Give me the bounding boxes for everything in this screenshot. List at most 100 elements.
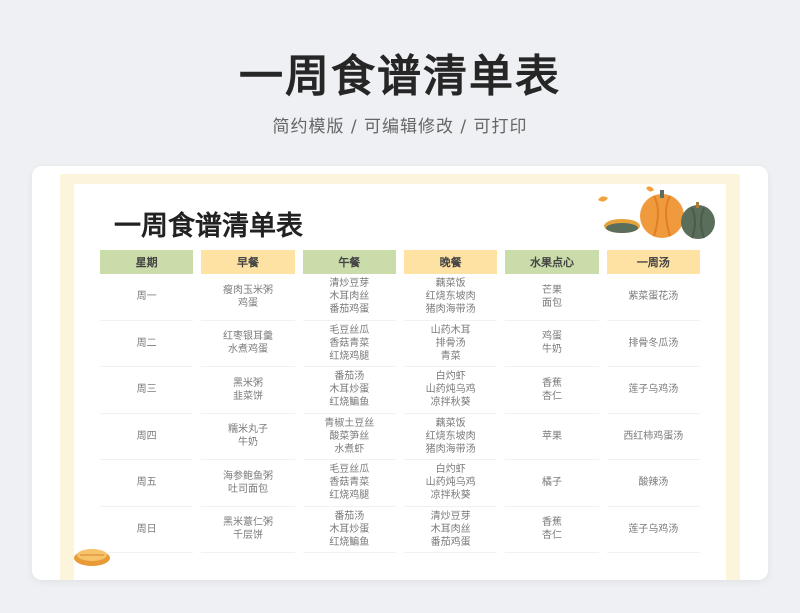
cell-line: 红烧鸡腿 xyxy=(329,490,370,502)
cell-line: 鸡蛋 xyxy=(541,331,562,343)
cell-line: 糯米丸子 xyxy=(227,424,268,436)
recipe-table: 星期 早餐 午餐 晚餐 水果点心 一周汤 周一 瘦肉玉米粥 鸡蛋 清炒豆芽 木耳肉丝… xyxy=(92,250,708,553)
cell-line: 排骨汤 xyxy=(435,337,466,349)
dinner-cell: 清炒豆芽 木耳肉丝 番茄鸡蛋 xyxy=(403,507,498,553)
pie-icon xyxy=(74,549,110,566)
cell-line: 木耳炒蛋 xyxy=(329,384,370,396)
cell-line: 番茄汤 xyxy=(334,510,365,522)
cell-line: 山药炖乌鸡 xyxy=(425,477,476,489)
lunch-cell: 番茄汤 木耳炒蛋 红烧鳊鱼 xyxy=(302,367,396,414)
table-row: 周一 瘦肉玉米粥 鸡蛋 清炒豆芽 木耳肉丝 番茄鸡蛋 藕菜饭 红烧东坡肉 猪肉海带汤 芒果… xyxy=(100,274,700,321)
cell-line: 面包 xyxy=(541,297,562,309)
cell-line: 红烧鳊鱼 xyxy=(329,397,370,409)
cell-line: 清炒豆芽 xyxy=(329,278,370,290)
hero-subtitle: 简约模版 / 可编辑修改 / 可打印 xyxy=(272,117,528,137)
cell-line: 青椒土豆丝 xyxy=(324,417,375,429)
dinner-cell: 藕菜饭 红烧东坡肉 猪肉海带汤 xyxy=(403,274,498,321)
lunch-cell: 番茄汤 木耳炒蛋 红烧鳊鱼 xyxy=(302,507,396,553)
cell-line: 水煮虾 xyxy=(334,443,365,455)
cell-line: 橘子 xyxy=(541,477,562,489)
preview-card: 一周食谱清单表 星期 早餐 午餐 晚餐 水果点心 一周汤 周一 瘦肉玉米粥 鸡蛋… xyxy=(32,166,768,580)
cell-line: 红烧东坡肉 xyxy=(425,430,476,442)
lunch-cell: 清炒豆芽 木耳肉丝 番茄鸡蛋 xyxy=(302,274,396,321)
cell-line: 牛奶 xyxy=(541,344,562,356)
soup-cell: 西红柿鸡蛋汤 xyxy=(606,414,700,460)
cell-line: 青菜 xyxy=(440,350,461,362)
cell-line: 凉拌秋葵 xyxy=(430,490,471,502)
snack-cell: 苹果 xyxy=(505,414,599,460)
cell-line: 红烧鳊鱼 xyxy=(329,536,370,548)
cell-line: 清炒豆芽 xyxy=(430,510,471,522)
dinner-cell: 山药木耳 排骨汤 青菜 xyxy=(403,321,498,367)
cell-line: 周日 xyxy=(136,523,157,535)
column-header-snack: 水果点心 xyxy=(505,250,599,274)
cell-line: 黑米粥 xyxy=(232,377,263,389)
cell-line: 周二 xyxy=(136,337,157,349)
dinner-cell: 白灼虾 山药炖乌鸡 凉拌秋葵 xyxy=(403,460,498,507)
snack-cell: 香蕉 杏仁 xyxy=(505,507,599,553)
cell-line: 鸡蛋 xyxy=(237,297,258,309)
dinner-cell: 藕菜饭 红烧东坡肉 猪肉海带汤 xyxy=(403,414,498,460)
table-row: 周二 红枣银耳羹 水煮鸡蛋 毛豆丝瓜 香菇青菜 红烧鸡腿 山药木耳 排骨汤 青菜 鸡蛋 牛奶… xyxy=(100,321,700,367)
table-header-row: 星期 早餐 午餐 晚餐 水果点心 一周汤 xyxy=(100,250,700,274)
cell-line: 香菇青菜 xyxy=(329,337,370,349)
soup-cell: 排骨冬瓜汤 xyxy=(606,321,700,367)
cell-line: 酸辣汤 xyxy=(638,477,669,489)
breakfast-cell: 海参鲍鱼粥 吐司面包 xyxy=(201,460,295,507)
cell-line: 藕菜饭 xyxy=(435,417,466,429)
cell-line: 香蕉 xyxy=(541,517,562,529)
cell-line: 牛奶 xyxy=(237,437,258,449)
cell-line: 凉拌秋葵 xyxy=(430,397,471,409)
soup-cell: 紫菜蛋花汤 xyxy=(606,274,700,321)
cell-line: 千层饼 xyxy=(232,530,263,542)
cell-line: 莲子乌鸡汤 xyxy=(628,523,679,535)
breakfast-cell: 黑米粥 韭菜饼 xyxy=(201,367,295,414)
cell-line: 杏仁 xyxy=(541,390,562,402)
cell-line: 黑米薏仁粥 xyxy=(222,517,273,529)
cell-line: 猪肉海带汤 xyxy=(425,443,476,455)
table-row: 周三 黑米粥 韭菜饼 番茄汤 木耳炒蛋 红烧鳊鱼 白灼虾 山药炖乌鸡 凉拌秋葵 香蕉 杏仁 … xyxy=(100,367,700,414)
snack-cell: 香蕉 杏仁 xyxy=(505,367,599,414)
recipe-sheet: 一周食谱清单表 星期 早餐 午餐 晚餐 水果点心 一周汤 周一 瘦肉玉米粥 鸡蛋… xyxy=(60,174,740,580)
breakfast-cell: 黑米薏仁粥 千层饼 xyxy=(201,507,295,553)
cell-line: 木耳肉丝 xyxy=(329,291,370,303)
cell-line: 周五 xyxy=(136,477,157,489)
breakfast-cell: 红枣银耳羹 水煮鸡蛋 xyxy=(201,321,295,367)
cell-line: 紫菜蛋花汤 xyxy=(628,291,679,303)
cell-line: 白灼虾 xyxy=(435,371,466,383)
cell-line: 山药木耳 xyxy=(430,324,471,336)
cell-line: 海参鲍鱼粥 xyxy=(222,470,273,482)
cell-line: 番茄鸡蛋 xyxy=(329,304,370,316)
cell-line: 香蕉 xyxy=(541,377,562,389)
cell-line: 红烧东坡肉 xyxy=(425,291,476,303)
day-cell: 周一 xyxy=(100,274,194,321)
sheet-title: 一周食谱清单表 xyxy=(114,211,303,242)
day-cell: 周五 xyxy=(100,460,194,507)
table-row: 周四 糯米丸子 牛奶 青椒土豆丝 酸菜笋丝 水煮虾 藕菜饭 红烧东坡肉 猪肉海带汤 苹果 … xyxy=(100,414,700,460)
column-header-soup: 一周汤 xyxy=(606,250,700,274)
cell-line: 周一 xyxy=(136,291,157,303)
cell-line: 酸菜笋丝 xyxy=(329,430,370,442)
sheet-content: 一周食谱清单表 星期 早餐 午餐 晚餐 水果点心 一周汤 周一 瘦肉玉米粥 鸡蛋… xyxy=(74,184,726,580)
cell-line: 红枣银耳羹 xyxy=(222,331,273,343)
cell-line: 水煮鸡蛋 xyxy=(227,344,268,356)
day-cell: 周二 xyxy=(100,321,194,367)
cell-line: 苹果 xyxy=(541,430,562,442)
snack-cell: 芒果 面包 xyxy=(505,274,599,321)
cell-line: 西红柿鸡蛋汤 xyxy=(623,430,684,442)
cell-line: 周三 xyxy=(136,384,157,396)
cell-line: 排骨冬瓜汤 xyxy=(628,337,679,349)
cell-line: 吐司面包 xyxy=(227,483,268,495)
cell-line: 香菇青菜 xyxy=(329,477,370,489)
hero-title: 一周食谱清单表 xyxy=(239,51,561,102)
day-cell: 周日 xyxy=(100,507,194,553)
cell-line: 番茄鸡蛋 xyxy=(430,536,471,548)
cell-line: 山药炖乌鸡 xyxy=(425,384,476,396)
cell-line: 白灼虾 xyxy=(435,464,466,476)
table-row: 周五 海参鲍鱼粥 吐司面包 毛豆丝瓜 香菇青菜 红烧鸡腿 白灼虾 山药炖乌鸡 凉拌秋葵 橘… xyxy=(100,460,700,507)
table-row: 周日 黑米薏仁粥 千层饼 番茄汤 木耳炒蛋 红烧鳊鱼 清炒豆芽 木耳肉丝 番茄鸡蛋 香蕉杏… xyxy=(100,507,700,553)
cell-line: 莲子乌鸡汤 xyxy=(628,384,679,396)
snack-cell: 鸡蛋 牛奶 xyxy=(505,321,599,367)
snack-cell: 橘子 xyxy=(505,460,599,507)
cell-line: 周四 xyxy=(136,430,157,442)
